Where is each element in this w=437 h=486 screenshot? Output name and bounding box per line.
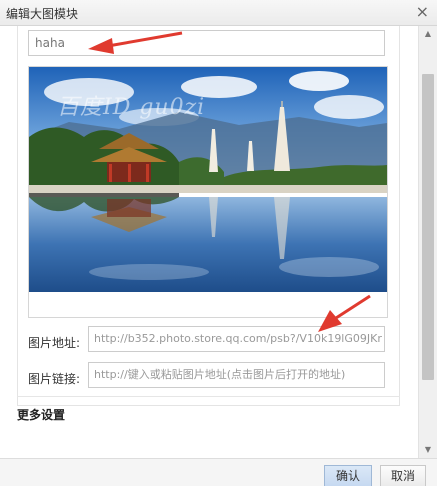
image-link-input[interactable]: http://键入或粘贴图片地址(点击图片后打开的地址) bbox=[88, 362, 385, 388]
section-divider bbox=[17, 396, 400, 397]
close-icon[interactable]: × bbox=[416, 3, 429, 21]
image-preview: 百度ID gu0zi bbox=[28, 66, 388, 318]
image-url-input[interactable]: http://b352.photo.store.qq.com/psb?/V10k… bbox=[88, 326, 385, 352]
image-link-label: 图片链接: bbox=[28, 372, 81, 386]
more-settings-toggle[interactable]: 更多设置 bbox=[17, 406, 65, 423]
dialog-content: haha 百度ID gu0zi 图片地址: http://b352.photo.… bbox=[0, 26, 418, 458]
scrollbar-thumb[interactable] bbox=[422, 74, 434, 380]
dialog-title: 编辑大图模块 bbox=[6, 7, 79, 21]
module-name-input[interactable]: haha bbox=[28, 30, 385, 56]
vertical-scrollbar[interactable]: ▲ ▼ bbox=[418, 26, 437, 458]
scroll-down-icon[interactable]: ▼ bbox=[419, 442, 437, 458]
scroll-up-icon[interactable]: ▲ bbox=[419, 26, 437, 42]
preview-photo: 百度ID gu0zi bbox=[29, 67, 387, 292]
cancel-button[interactable]: 取消 bbox=[380, 465, 426, 486]
dialog-titlebar: 编辑大图模块 × bbox=[0, 0, 437, 26]
confirm-button[interactable]: 确认 bbox=[324, 465, 372, 486]
dialog-footer: 确认 取消 bbox=[0, 458, 437, 486]
photo-watermark: 百度ID gu0zi bbox=[57, 95, 206, 120]
image-url-label: 图片地址: bbox=[28, 336, 81, 350]
image-module-panel: haha 百度ID gu0zi 图片地址: http://b352.photo.… bbox=[17, 26, 400, 406]
